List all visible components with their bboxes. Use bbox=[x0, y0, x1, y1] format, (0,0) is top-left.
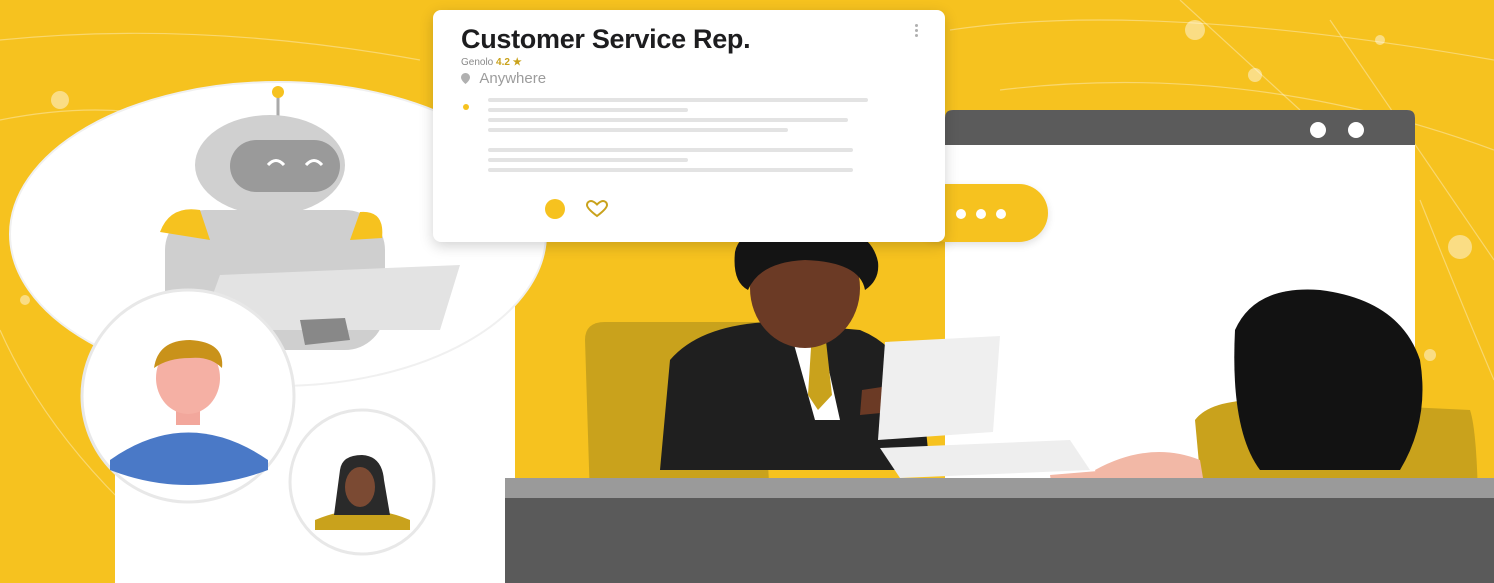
description-line bbox=[488, 108, 688, 112]
dot-icon bbox=[956, 209, 966, 219]
location-label: Anywhere bbox=[479, 70, 547, 87]
description-line bbox=[488, 98, 868, 102]
dot-icon bbox=[996, 209, 1006, 219]
description-line bbox=[488, 158, 688, 162]
female-user-avatar bbox=[288, 408, 436, 556]
job-location: Anywhere bbox=[461, 70, 546, 87]
description-line bbox=[488, 168, 853, 172]
company-name: Genolo bbox=[461, 57, 494, 68]
document bbox=[878, 336, 1000, 440]
kebab-icon[interactable] bbox=[913, 22, 919, 40]
male-user-avatar bbox=[80, 288, 296, 504]
bullet-icon bbox=[463, 104, 469, 110]
description-line bbox=[488, 148, 853, 152]
job-card[interactable]: Customer Service Rep. Genolo 4.2 ★ Anywh… bbox=[433, 10, 945, 242]
dot-icon bbox=[976, 209, 986, 219]
description-line bbox=[488, 128, 788, 132]
company-rating: 4.2 ★ bbox=[496, 57, 522, 68]
job-title: Customer Service Rep. bbox=[461, 24, 751, 54]
window-dot-icon bbox=[1348, 122, 1364, 138]
desk bbox=[505, 478, 1494, 583]
window-dot-icon bbox=[1310, 122, 1326, 138]
pin-icon bbox=[461, 73, 470, 84]
job-company: Genolo 4.2 ★ bbox=[461, 57, 522, 68]
heart-icon[interactable] bbox=[585, 200, 609, 218]
description-line bbox=[488, 118, 848, 122]
apply-button[interactable] bbox=[545, 199, 565, 219]
